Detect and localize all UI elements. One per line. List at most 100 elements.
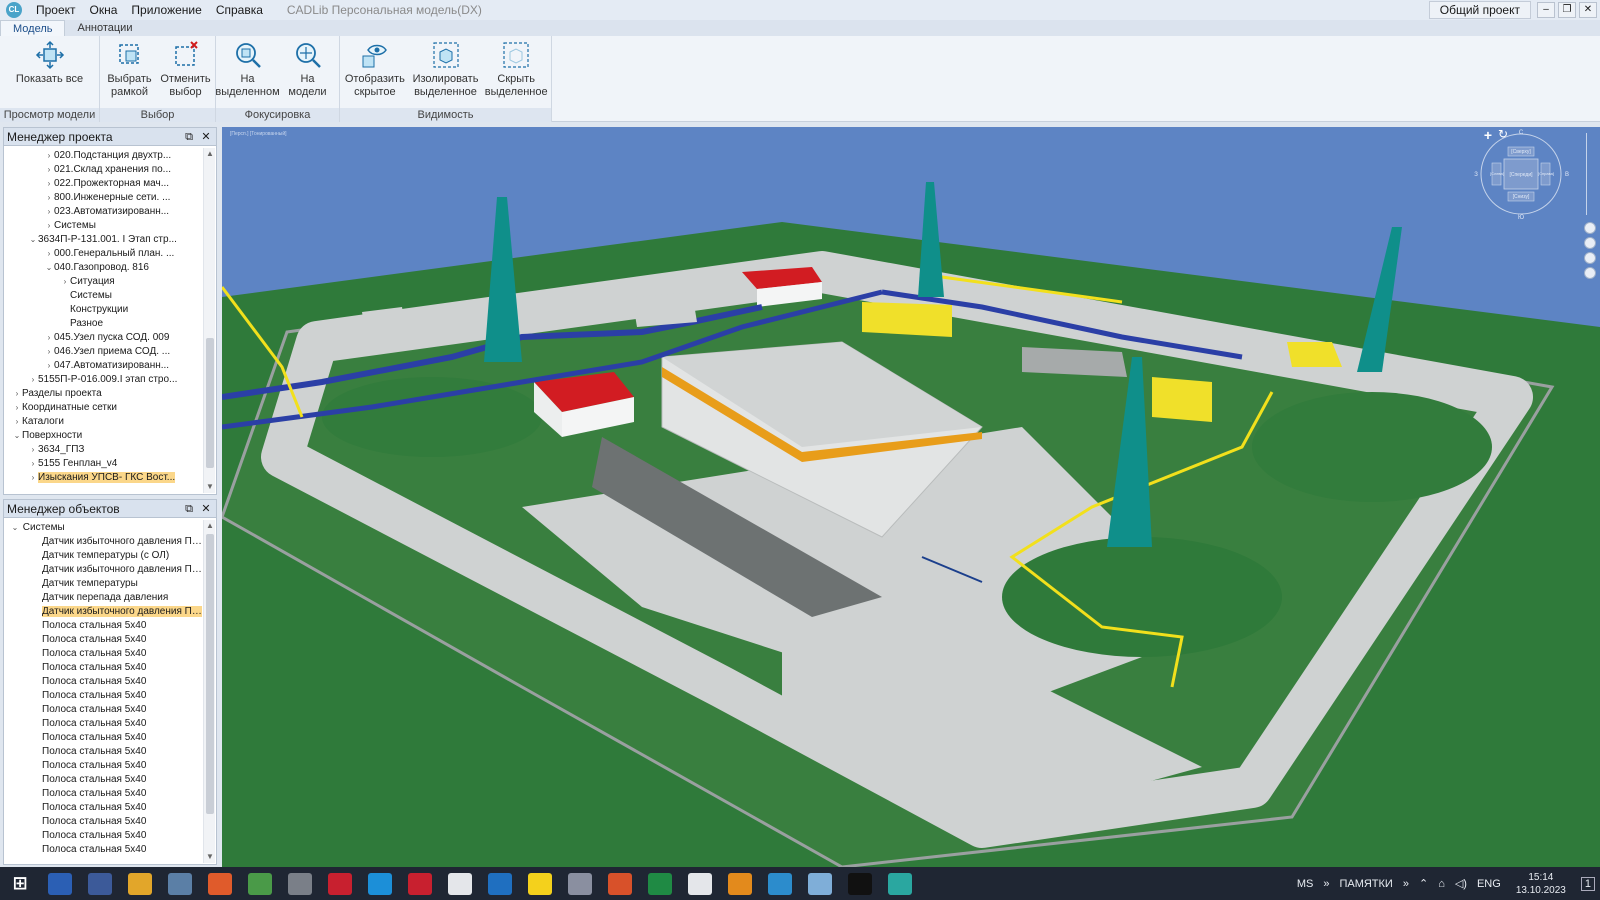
object-tree-item[interactable]: Полоса стальная 5х40 bbox=[4, 619, 202, 633]
terminal-icon[interactable] bbox=[848, 872, 872, 895]
object-tree-item[interactable]: Полоса стальная 5х40 bbox=[4, 633, 202, 647]
expand-icon[interactable]: › bbox=[44, 345, 54, 359]
project-tree-item[interactable]: › 000.Генеральный план. ... bbox=[4, 247, 202, 261]
a-icon[interactable] bbox=[408, 872, 432, 895]
object-tree-scrollbar[interactable]: ▲ ▼ bbox=[203, 520, 215, 863]
outlook-icon[interactable] bbox=[488, 872, 512, 895]
volume-icon[interactable]: ◁) bbox=[1455, 877, 1467, 890]
object-tree-item[interactable]: Полоса стальная 5х40 bbox=[4, 675, 202, 689]
expand-icon[interactable]: › bbox=[12, 415, 22, 429]
object-tree-item[interactable]: Датчик температуры (с ОЛ) bbox=[4, 549, 202, 563]
add-icon[interactable]: + bbox=[1484, 127, 1492, 143]
minimize-button[interactable]: – bbox=[1537, 2, 1555, 18]
tab-annotations[interactable]: Аннотации bbox=[65, 20, 144, 36]
book-icon[interactable] bbox=[808, 872, 832, 895]
scroll-thumb[interactable] bbox=[206, 338, 214, 468]
notification-icon[interactable]: 1 bbox=[1580, 876, 1595, 891]
object-tree-item[interactable]: Полоса стальная 5х40 bbox=[4, 647, 202, 661]
acrobat-icon[interactable] bbox=[328, 872, 352, 895]
project-tree-item[interactable]: Системы bbox=[4, 289, 202, 303]
3d-scene[interactable] bbox=[222, 127, 1600, 867]
project-tree-item[interactable]: › 023.Автоматизированн... bbox=[4, 205, 202, 219]
object-tree-item[interactable]: Датчик избыточного давления ПД-... bbox=[4, 563, 202, 577]
app-icon[interactable] bbox=[568, 872, 592, 895]
project-tree-item[interactable]: › 5155 Генплан_v4 bbox=[4, 457, 202, 471]
object-tree-item[interactable]: Датчик избыточного давления ПД-... bbox=[4, 535, 202, 549]
expand-icon[interactable]: › bbox=[44, 359, 54, 373]
menu-project[interactable]: Проект bbox=[36, 3, 76, 17]
object-tree-item[interactable]: Полоса стальная 5х40 bbox=[4, 773, 202, 787]
tray-ms[interactable]: MS bbox=[1297, 878, 1314, 890]
view-cube-bottom[interactable]: [Снизу] bbox=[1513, 194, 1530, 200]
project-tree-item[interactable]: › Изыскания УПСВ- ГКС Вост... bbox=[4, 471, 202, 485]
project-tree-item[interactable]: › 046.Узел приема СОД. ... bbox=[4, 345, 202, 359]
scroll-down-icon[interactable]: ▼ bbox=[204, 481, 216, 493]
blender-icon[interactable] bbox=[728, 872, 752, 895]
doc-icon[interactable] bbox=[448, 872, 472, 895]
tab-model[interactable]: Модель bbox=[0, 20, 66, 36]
expand-icon[interactable]: › bbox=[44, 177, 54, 191]
project-tree-scrollbar[interactable]: ▲ ▼ bbox=[203, 148, 215, 493]
close-icon[interactable]: ✕ bbox=[199, 502, 213, 516]
object-tree-item[interactable]: Полоса стальная 5х40 bbox=[4, 759, 202, 773]
close-icon[interactable]: ✕ bbox=[199, 130, 213, 144]
project-tree-item[interactable]: › 047.Автоматизированн... bbox=[4, 359, 202, 373]
object-tree-item[interactable]: Полоса стальная 5х40 bbox=[4, 717, 202, 731]
expand-icon[interactable]: › bbox=[44, 191, 54, 205]
select-frame-button[interactable]: Выбрать рамкой bbox=[102, 38, 158, 108]
globe-icon[interactable] bbox=[1584, 237, 1596, 249]
scroll-up-icon[interactable]: ▲ bbox=[204, 520, 216, 532]
object-tree-item[interactable]: Полоса стальная 5х40 bbox=[4, 815, 202, 829]
collapse-icon[interactable]: ⌄ bbox=[28, 233, 38, 247]
close-button[interactable]: ✕ bbox=[1579, 2, 1597, 18]
windows-start-icon[interactable]: ⊞ bbox=[8, 873, 32, 895]
photo-icon[interactable] bbox=[608, 872, 632, 895]
notepad-icon[interactable] bbox=[248, 872, 272, 895]
project-tree-item[interactable]: › Системы bbox=[4, 219, 202, 233]
menu-help[interactable]: Справка bbox=[216, 3, 263, 17]
expand-icon[interactable]: › bbox=[44, 219, 54, 233]
language-indicator[interactable]: ENG bbox=[1477, 878, 1501, 890]
app-logo-icon[interactable]: CL bbox=[6, 2, 22, 18]
project-tree-item[interactable]: › 5155П-Р-016.009.I этап стро... bbox=[4, 373, 202, 387]
isolate-button[interactable]: Изолировать выделенное bbox=[410, 38, 482, 108]
project-tree-item[interactable]: › 3634_ГПЗ bbox=[4, 443, 202, 457]
project-tree-item[interactable]: Разное bbox=[4, 317, 202, 331]
ie-icon[interactable] bbox=[368, 872, 392, 895]
settings-icon[interactable] bbox=[168, 872, 192, 895]
grid-icon[interactable] bbox=[1584, 267, 1596, 279]
object-tree-item[interactable]: Датчик перепада давления bbox=[4, 591, 202, 605]
expand-icon[interactable]: › bbox=[44, 331, 54, 345]
network-icon[interactable]: ⌂ bbox=[1438, 878, 1445, 890]
shared-project-button[interactable]: Общий проект bbox=[1428, 1, 1531, 19]
cl-icon[interactable] bbox=[888, 872, 912, 895]
object-tree-item[interactable]: Полоса стальная 5х40 bbox=[4, 703, 202, 717]
scroll-up-icon[interactable]: ▲ bbox=[204, 148, 216, 160]
object-tree-item[interactable]: Датчик избыточного давления ПД-... bbox=[4, 605, 202, 619]
expand-icon[interactable]: › bbox=[28, 373, 38, 387]
object-tree-item[interactable]: Полоса стальная 5х40 bbox=[4, 801, 202, 815]
pin-icon[interactable]: ⧉ bbox=[182, 502, 196, 516]
project-tree-item[interactable]: › 021.Склад хранения по... bbox=[4, 163, 202, 177]
expand-icon[interactable]: › bbox=[44, 149, 54, 163]
layers-icon[interactable] bbox=[1584, 252, 1596, 264]
file-icon[interactable] bbox=[688, 872, 712, 895]
cancel-selection-button[interactable]: Отменить выбор bbox=[158, 38, 214, 108]
expand-icon[interactable]: › bbox=[28, 471, 38, 485]
show-hidden-button[interactable]: Отобразить скрытое bbox=[340, 38, 410, 108]
project-tree-item[interactable]: › 800.Инженерные сети. ... bbox=[4, 191, 202, 205]
scroll-thumb[interactable] bbox=[206, 534, 214, 814]
project-tree-item[interactable]: › 045.Узел пуска СОД. 009 bbox=[4, 331, 202, 345]
project-tree-item[interactable]: › Разделы проекта bbox=[4, 387, 202, 401]
project-tree-item[interactable]: › Координатные сетки bbox=[4, 401, 202, 415]
word-icon[interactable] bbox=[48, 872, 72, 895]
project-tree-item[interactable]: ⌄ Поверхности bbox=[4, 429, 202, 443]
calculator-icon[interactable] bbox=[288, 872, 312, 895]
orbit-icon[interactable] bbox=[1584, 222, 1596, 234]
explorer-icon[interactable] bbox=[128, 872, 152, 895]
project-tree-item[interactable]: › Ситуация bbox=[4, 275, 202, 289]
zoom-selected-button[interactable]: На выделенном bbox=[215, 38, 280, 108]
tree-root-systems[interactable]: ⌄ Системы bbox=[4, 521, 202, 535]
menu-windows[interactable]: Окна bbox=[90, 3, 118, 17]
expand-icon[interactable]: › bbox=[44, 247, 54, 261]
